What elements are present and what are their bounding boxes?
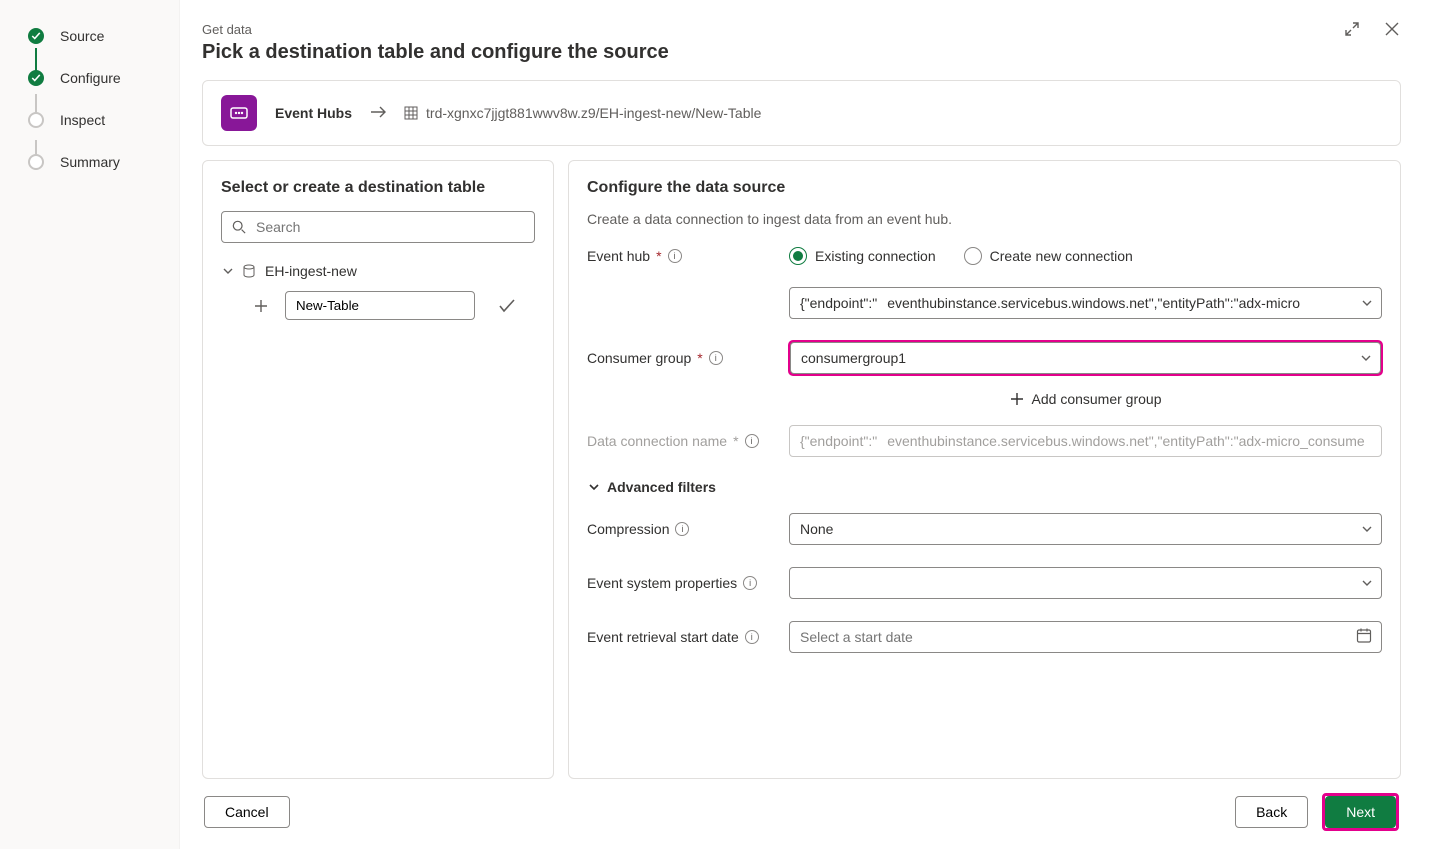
chevron-down-icon xyxy=(589,482,599,492)
search-input[interactable] xyxy=(254,218,524,236)
event-system-properties-select[interactable] xyxy=(789,567,1382,599)
pathbar: Event Hubs trd-xgnxc7jjgt881wwv8w.z9/EH-… xyxy=(202,80,1401,146)
search-icon xyxy=(232,220,246,234)
consumer-group-input[interactable] xyxy=(790,342,1381,374)
eventhubs-icon xyxy=(221,95,257,131)
arrow-right-icon xyxy=(370,105,386,121)
next-button[interactable]: Next xyxy=(1325,796,1396,828)
label-data-connection-name: Data connection name* i xyxy=(587,433,777,449)
chevron-down-icon xyxy=(223,266,233,276)
breadcrumb: Get data xyxy=(202,22,1401,37)
page-title: Pick a destination table and configure t… xyxy=(202,41,1401,64)
step-label: Configure xyxy=(60,70,121,86)
tree-database-row[interactable]: EH-ingest-new xyxy=(221,259,535,283)
info-icon[interactable]: i xyxy=(675,522,689,536)
add-consumer-group-label: Add consumer group xyxy=(1032,391,1162,407)
data-connection-name-field[interactable]: {"endpoint":" eventhubinstance.servicebu… xyxy=(789,425,1382,457)
eh-prefix: {"endpoint":" xyxy=(800,295,877,311)
panel-subtitle: Create a data connection to ingest data … xyxy=(587,211,1382,227)
step-summary[interactable]: Summary xyxy=(28,154,179,170)
event-hub-select[interactable]: {"endpoint":" eventhubinstance.servicebu… xyxy=(789,287,1382,319)
calendar-icon[interactable] xyxy=(1356,628,1372,647)
search-input-wrap[interactable] xyxy=(221,211,535,243)
cancel-button[interactable]: Cancel xyxy=(204,796,290,828)
plus-icon xyxy=(1010,392,1024,406)
start-date-field[interactable] xyxy=(789,621,1382,653)
add-table-button[interactable] xyxy=(247,292,275,320)
expand-icon[interactable] xyxy=(1343,20,1361,38)
new-table-input[interactable] xyxy=(285,291,475,320)
step-source[interactable]: Source xyxy=(28,28,179,44)
label-event-hub: Event hub* i xyxy=(587,248,777,264)
step-label: Inspect xyxy=(60,112,105,128)
table-icon xyxy=(404,106,418,120)
label-event-retrieval-start-date: Event retrieval start date i xyxy=(587,629,777,645)
compression-select[interactable] xyxy=(789,513,1382,545)
dcn-value: eventhubinstance.servicebus.windows.net"… xyxy=(887,433,1364,449)
info-icon[interactable]: i xyxy=(743,576,757,590)
consumer-group-select[interactable] xyxy=(790,342,1381,374)
check-icon xyxy=(28,70,44,86)
start-date-input[interactable] xyxy=(789,621,1382,653)
add-consumer-group-link[interactable]: Add consumer group xyxy=(789,391,1382,407)
footer: Cancel Back Next xyxy=(202,779,1401,849)
back-button[interactable]: Back xyxy=(1235,796,1308,828)
configure-panel: Configure the data source Create a data … xyxy=(568,160,1401,779)
step-configure[interactable]: Configure xyxy=(28,70,179,86)
destination-panel: Select or create a destination table EH-… xyxy=(202,160,554,779)
compression-input[interactable] xyxy=(789,513,1382,545)
info-icon[interactable]: i xyxy=(745,434,759,448)
check-icon xyxy=(28,28,44,44)
circle-icon xyxy=(28,112,44,128)
advanced-filters-toggle[interactable]: Advanced filters xyxy=(589,479,1382,495)
radio-label: Existing connection xyxy=(815,248,936,264)
panel-title: Configure the data source xyxy=(587,179,1382,197)
radio-label: Create new connection xyxy=(990,248,1133,264)
destination-path: trd-xgnxc7jjgt881wwv8w.z9/EH-ingest-new/… xyxy=(404,105,761,121)
database-icon xyxy=(243,264,255,278)
label-compression: Compression i xyxy=(587,521,777,537)
info-icon[interactable]: i xyxy=(668,249,682,263)
dcn-prefix: {"endpoint":" xyxy=(800,433,877,449)
event-system-properties-input[interactable] xyxy=(789,567,1382,599)
step-label: Summary xyxy=(60,154,120,170)
info-icon[interactable]: i xyxy=(745,630,759,644)
radio-existing-connection[interactable]: Existing connection xyxy=(789,247,936,265)
consumer-group-highlight xyxy=(789,341,1382,375)
database-name: EH-ingest-new xyxy=(265,263,357,279)
advanced-filters-label: Advanced filters xyxy=(607,479,716,495)
circle-icon xyxy=(28,154,44,170)
radio-create-new-connection[interactable]: Create new connection xyxy=(964,247,1133,265)
path-text: trd-xgnxc7jjgt881wwv8w.z9/EH-ingest-new/… xyxy=(426,105,761,121)
step-label: Source xyxy=(60,28,104,44)
label-consumer-group: Consumer group* i xyxy=(587,350,777,366)
stepper: Source Configure Inspect Summary xyxy=(0,0,180,849)
eh-value: eventhubinstance.servicebus.windows.net"… xyxy=(887,295,1300,311)
confirm-icon[interactable] xyxy=(493,299,521,313)
step-inspect[interactable]: Inspect xyxy=(28,112,179,128)
close-icon[interactable] xyxy=(1383,20,1401,38)
panel-title: Select or create a destination table xyxy=(221,179,535,197)
info-icon[interactable]: i xyxy=(709,351,723,365)
label-event-system-properties: Event system properties i xyxy=(587,575,777,591)
source-label: Event Hubs xyxy=(275,105,352,121)
next-highlight: Next xyxy=(1322,793,1399,831)
